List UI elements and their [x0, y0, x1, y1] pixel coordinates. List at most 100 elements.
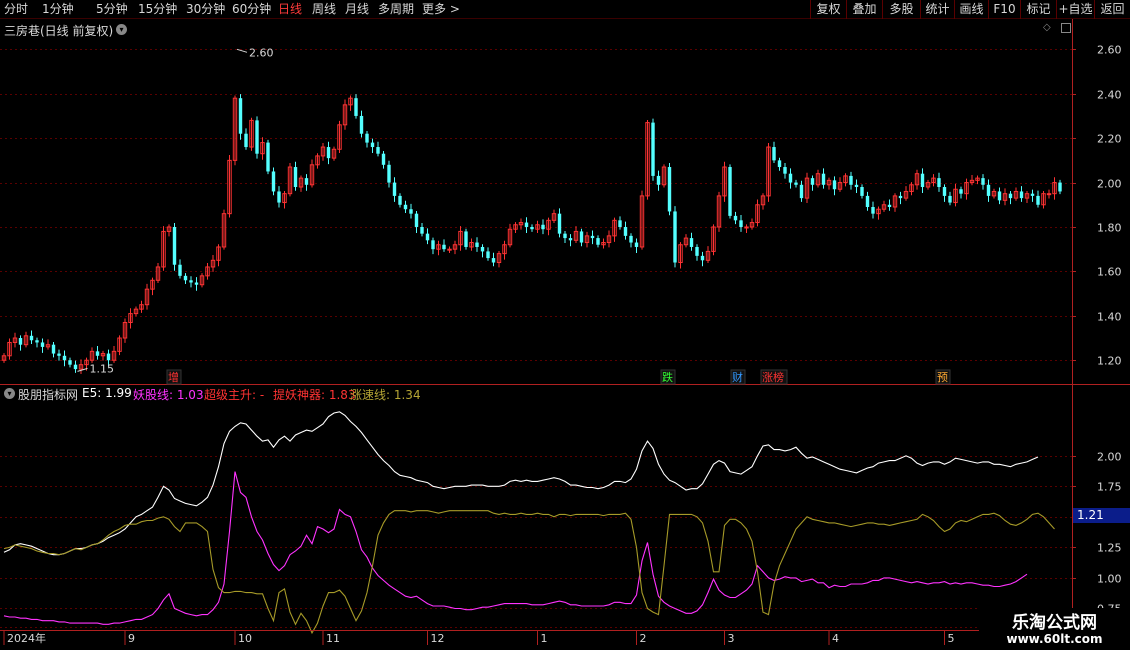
candle-body: [35, 340, 39, 343]
candle-body: [73, 364, 78, 370]
event-tag-label: 预: [937, 371, 948, 384]
candle-body: [403, 204, 408, 210]
candle-body: [821, 173, 826, 185]
candle-body: [557, 213, 562, 234]
candle-body: [579, 231, 584, 243]
candle-body: [986, 184, 991, 196]
candle-body: [40, 342, 45, 347]
candle-body: [57, 353, 61, 356]
candle-body: [568, 238, 573, 241]
candle-body: [189, 280, 193, 283]
candle-body: [1046, 193, 1052, 196]
candle-body: [849, 175, 853, 185]
candle-body: [739, 220, 743, 227]
candle-body: [244, 133, 248, 148]
candle-body: [887, 204, 892, 207]
candle-body: [376, 147, 380, 154]
main-tick-label: 1.60: [1097, 266, 1122, 279]
candle-body: [997, 191, 1002, 201]
candle-body: [860, 187, 864, 196]
candle-body: [95, 351, 100, 356]
candle-body: [431, 240, 435, 250]
main-tick-label: 1.20: [1097, 355, 1122, 368]
candle-body: [865, 195, 870, 207]
candle-body: [238, 98, 243, 134]
candle-body: [651, 122, 655, 176]
candle-body: [530, 226, 534, 230]
candle-body: [392, 182, 397, 196]
event-tag-label: 增: [168, 370, 179, 384]
candle-body: [326, 147, 331, 159]
x-axis-label: 1: [541, 632, 548, 645]
indicator-tick-label: 1.75: [1097, 481, 1122, 494]
x-axis-label: 4: [832, 632, 839, 645]
candle-body: [1019, 191, 1024, 199]
candle-body: [920, 173, 925, 188]
candle-body: [420, 226, 424, 234]
x-axis-label: 9: [128, 632, 135, 645]
candle-body: [387, 164, 391, 183]
indicator-tick-label: 1.25: [1097, 542, 1122, 555]
indicator-tick-label: 1.00: [1097, 573, 1122, 586]
chart-canvas[interactable]: 1.201.401.601.802.002.202.402.600.600.75…: [0, 0, 1130, 650]
candle-body: [491, 258, 496, 263]
main-tick-label: 2.60: [1097, 44, 1122, 57]
candle-body: [783, 167, 787, 174]
zhangsu-line: [3, 510, 1055, 635]
candle-body: [942, 187, 947, 196]
candle-body: [772, 147, 776, 161]
candle-body: [1030, 193, 1035, 196]
x-axis-label: 12: [431, 632, 445, 645]
candle-body: [524, 222, 529, 227]
candle-body: [293, 167, 298, 188]
candle-body: [425, 233, 430, 241]
candle-body: [271, 171, 276, 192]
candle-body: [18, 338, 23, 345]
x-axis-label: 5: [948, 632, 955, 645]
candle-body: [563, 233, 567, 239]
candle-body: [656, 175, 661, 185]
candle-body: [832, 180, 837, 190]
candle-body: [744, 226, 749, 229]
event-tag-label: 财: [732, 370, 743, 384]
candle-body: [700, 255, 705, 261]
main-tick-label: 1.80: [1097, 222, 1122, 235]
candle-body: [486, 251, 490, 259]
candle-body: [370, 142, 375, 148]
candle-body: [414, 213, 419, 227]
candle-body: [634, 242, 639, 247]
candle-body: [255, 120, 259, 154]
watermark: 乐淘公式网 www.60lt.com: [979, 608, 1130, 650]
candle-body: [777, 160, 782, 168]
candle-body: [673, 211, 677, 263]
candle-body: [794, 182, 798, 185]
candle-body: [409, 209, 413, 214]
candle-body: [788, 173, 793, 183]
candle-body: [68, 360, 72, 365]
x-axis-label: 2024年: [7, 631, 46, 645]
candle-body: [475, 242, 479, 247]
candle-body: [447, 248, 452, 251]
candle-body: [959, 189, 963, 194]
candle-body: [1058, 182, 1062, 192]
candle-body: [178, 264, 182, 276]
event-tag-label: 跌: [662, 370, 673, 384]
price-annotation-label: 1.15: [90, 362, 115, 375]
main-tick-label: 2.00: [1097, 178, 1122, 191]
watermark-line2: www.60lt.com: [1006, 632, 1103, 646]
candle-body: [106, 353, 111, 361]
main-tick-label: 2.40: [1097, 89, 1122, 102]
candle-body: [183, 275, 188, 281]
main-tick-label: 1.40: [1097, 311, 1122, 324]
candle-body: [354, 98, 358, 116]
candle-body: [937, 178, 941, 188]
candle-body: [381, 153, 386, 165]
candle-body: [810, 178, 815, 185]
candle-body: [51, 344, 56, 354]
candle-body: [464, 231, 468, 247]
candle-body: [1008, 193, 1013, 199]
candle-body: [480, 246, 485, 252]
candle-body: [618, 220, 622, 227]
chart-window: { "periods": [ {"label":"分时"},{"label":"…: [0, 0, 1130, 650]
candle-body: [854, 184, 859, 188]
